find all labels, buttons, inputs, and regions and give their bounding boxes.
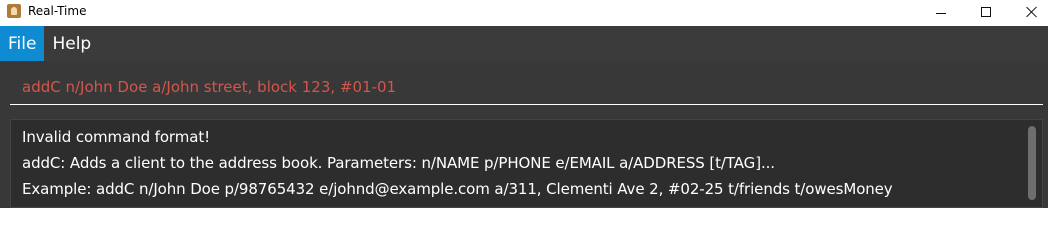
maximize-icon [981, 7, 991, 17]
menu-bar: File Help [0, 26, 1048, 61]
result-scrollbar-thumb[interactable] [1028, 126, 1036, 200]
menu-help[interactable]: Help [44, 26, 99, 61]
command-input[interactable] [10, 69, 1043, 105]
maximize-button[interactable] [963, 0, 1009, 24]
close-icon [1026, 6, 1038, 18]
command-area [0, 61, 1048, 116]
minimize-button[interactable] [918, 0, 964, 24]
menu-file[interactable]: File [0, 26, 45, 61]
window-title: Real-Time [28, 4, 87, 18]
minimize-icon [936, 12, 946, 14]
result-line-usage: addC: Adds a client to the address book.… [22, 154, 775, 172]
result-area: Invalid command format! addC: Adds a cli… [0, 116, 1048, 208]
close-button[interactable] [1009, 0, 1048, 24]
result-line-example: Example: addC n/John Doe p/98765432 e/jo… [22, 180, 893, 198]
result-scrollbar[interactable] [1026, 124, 1038, 204]
title-bar[interactable]: Real-Time [0, 0, 1048, 24]
command-box [10, 69, 1043, 105]
app-person-icon [7, 4, 21, 18]
result-line-error: Invalid command format! [22, 128, 211, 146]
result-display: Invalid command format! addC: Adds a cli… [10, 119, 1043, 208]
